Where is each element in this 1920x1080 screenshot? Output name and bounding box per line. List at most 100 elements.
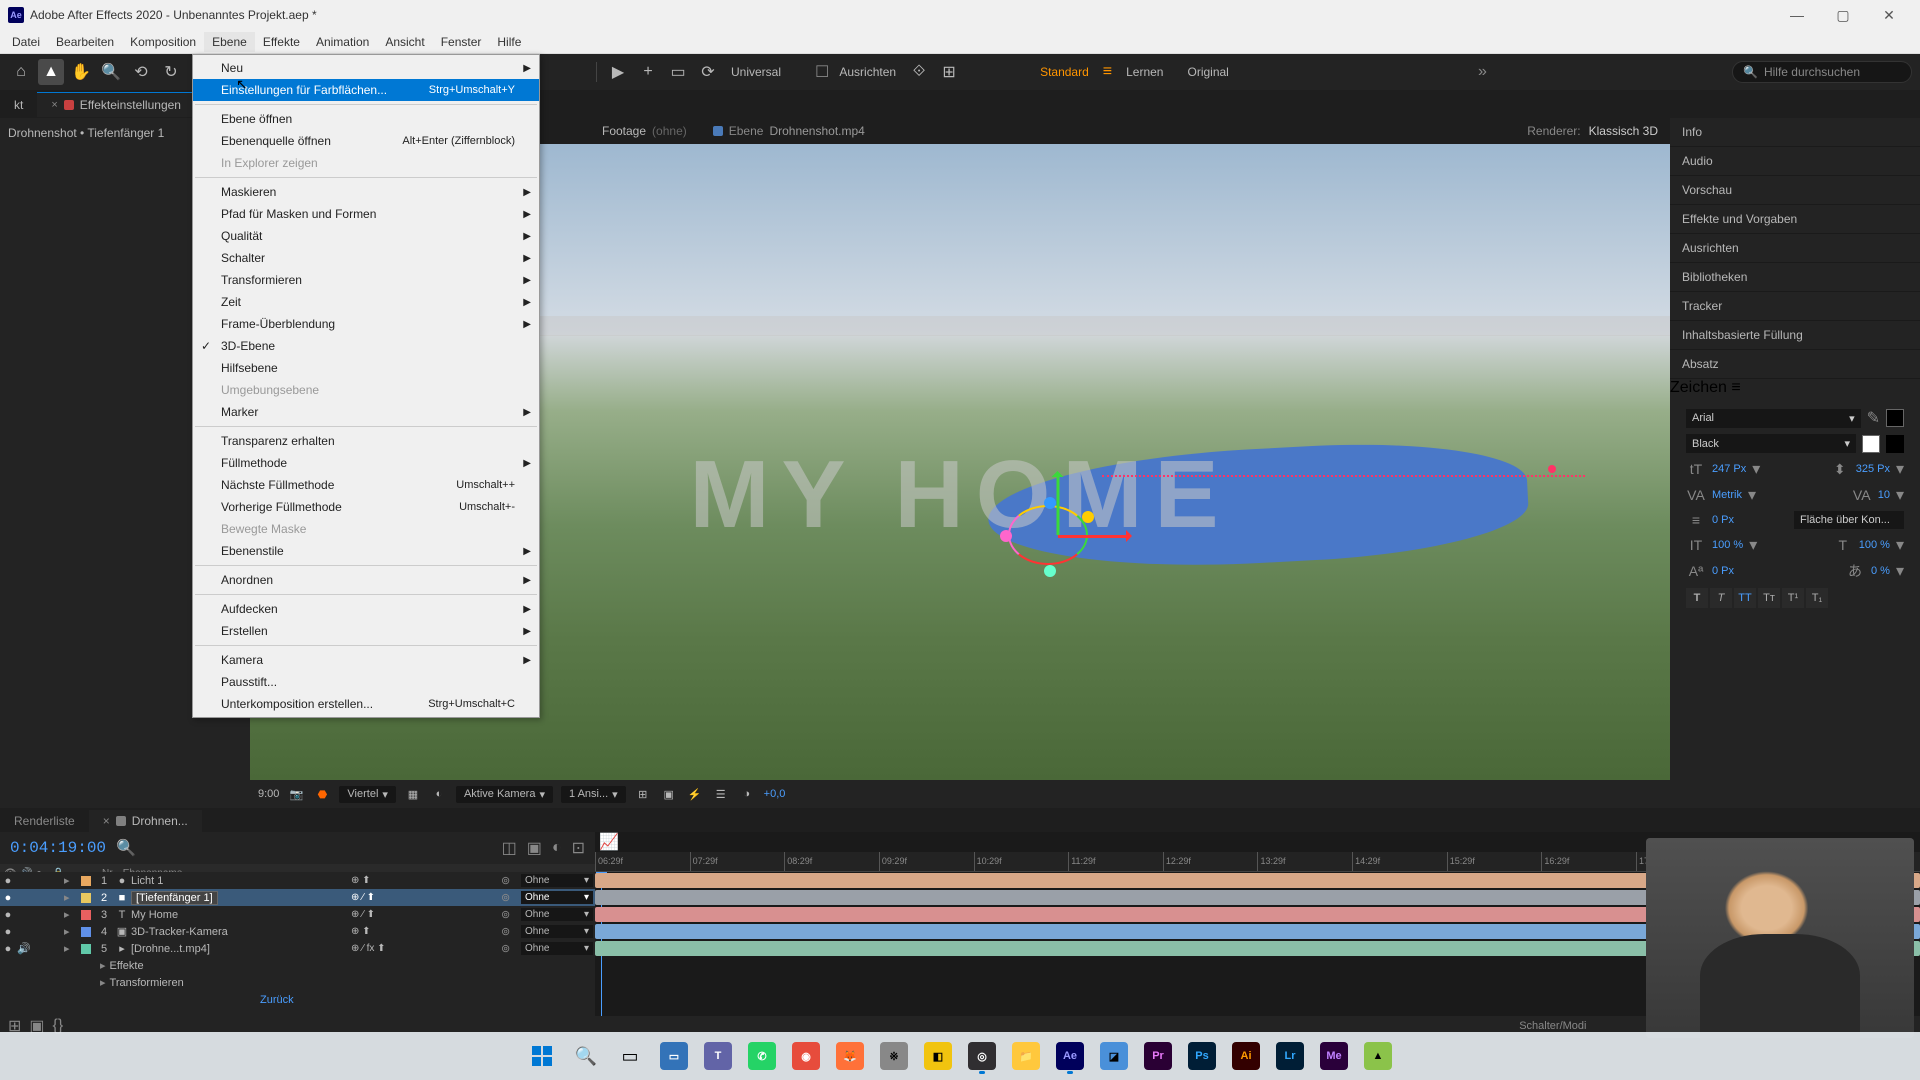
app-gray-icon[interactable]: ※ — [874, 1036, 914, 1076]
menu-item[interactable]: Marker▶ — [193, 401, 539, 423]
menu-item[interactable]: Ebenenquelle öffnenAlt+Enter (Ziffernblo… — [193, 130, 539, 152]
menu-item[interactable]: Füllmethode▶ — [193, 452, 539, 474]
layer-property-group[interactable]: ▸Transformieren — [0, 974, 595, 991]
expand-arrows-icon[interactable]: » — [1478, 63, 1487, 81]
font-size-value[interactable]: 247 Px — [1712, 463, 1746, 475]
layer-color-label[interactable] — [81, 910, 91, 920]
explorer-icon[interactable]: ▭ — [654, 1036, 694, 1076]
menu-item[interactable]: Maskieren▶ — [193, 181, 539, 203]
time-tick[interactable]: 11:29f — [1068, 852, 1163, 871]
snap-tool-icon[interactable]: ⟐ — [906, 59, 932, 85]
timeline-opt2-icon[interactable]: ▣ — [527, 838, 542, 858]
font-style-dropdown[interactable]: Black▾ — [1686, 434, 1856, 453]
allcaps-button[interactable]: TT — [1734, 588, 1756, 608]
stroke-option-dropdown[interactable]: Fläche über Kon... — [1794, 511, 1904, 529]
menu-hilfe[interactable]: Hilfe — [489, 32, 529, 52]
workspace-lernen[interactable]: Lernen — [1116, 61, 1173, 83]
panel-tracker[interactable]: Tracker — [1670, 292, 1920, 321]
menu-fenster[interactable]: Fenster — [433, 32, 490, 52]
parent-pickwhip-icon[interactable]: ⊚ — [501, 908, 519, 921]
visibility-toggle[interactable]: ● — [0, 875, 16, 887]
premiere-icon[interactable]: Pr — [1138, 1036, 1178, 1076]
time-tick[interactable]: 14:29f — [1352, 852, 1447, 871]
fast-preview-icon[interactable]: ⚡ — [686, 785, 704, 803]
menu-item[interactable]: Erstellen▶ — [193, 620, 539, 642]
layer-color-label[interactable] — [81, 927, 91, 937]
swap-colors-icon[interactable] — [1886, 435, 1904, 453]
menu-item[interactable]: Vorherige FüllmethodeUmschalt+- — [193, 496, 539, 518]
search-layers-icon[interactable]: 🔍 — [116, 838, 136, 858]
visibility-toggle[interactable]: ● — [0, 892, 16, 904]
whatsapp-icon[interactable]: ✆ — [742, 1036, 782, 1076]
zoom-value[interactable]: 9:00 — [258, 788, 279, 800]
menu-effekte[interactable]: Effekte — [255, 32, 308, 52]
app-red-icon[interactable]: ◉ — [786, 1036, 826, 1076]
tab-render-queue[interactable]: Renderliste — [0, 810, 89, 832]
3d-gizmo[interactable] — [988, 475, 1128, 615]
photoshop-icon[interactable]: Ps — [1182, 1036, 1222, 1076]
timeline-opt1-icon[interactable]: ◫ — [502, 838, 517, 858]
menu-item[interactable]: ✓3D-Ebene — [193, 335, 539, 357]
home-tool-icon[interactable]: ⌂ — [8, 59, 34, 85]
lightroom-icon[interactable]: Lr — [1270, 1036, 1310, 1076]
illustrator-icon[interactable]: Ai — [1226, 1036, 1266, 1076]
superscript-button[interactable]: T¹ — [1782, 588, 1804, 608]
time-tick[interactable]: 10:29f — [974, 852, 1069, 871]
panel-character-header[interactable]: Zeichen ≡ — [1670, 379, 1920, 397]
parent-pickwhip-icon[interactable]: ⊚ — [501, 925, 519, 938]
italic-button[interactable]: T — [1710, 588, 1732, 608]
menu-item[interactable]: Zeit▶ — [193, 291, 539, 313]
hscale-value[interactable]: 100 % — [1859, 539, 1890, 551]
time-tick[interactable]: 07:29f — [690, 852, 785, 871]
tsume-value[interactable]: 0 % — [1871, 565, 1890, 577]
exposure-value[interactable]: +0,0 — [764, 788, 786, 800]
expand-arrow-icon[interactable]: ▸ — [64, 908, 78, 921]
expand-arrow-icon[interactable]: ▸ — [64, 891, 78, 904]
rotate-tool-icon[interactable]: ↻ — [158, 59, 184, 85]
layer-switches[interactable]: ⊕ ⬆ — [351, 875, 471, 886]
stroke-swatch[interactable] — [1862, 435, 1880, 453]
menu-animation[interactable]: Animation — [308, 32, 377, 52]
add-tool-icon[interactable]: + — [635, 59, 661, 85]
time-tick[interactable]: 12:29f — [1163, 852, 1258, 871]
parent-dropdown[interactable]: Ohne▾ — [521, 942, 593, 955]
timeline-opt3-icon[interactable]: ◐ — [552, 839, 562, 857]
menu-item[interactable]: Ebene öffnen — [193, 108, 539, 130]
channel-icon[interactable]: ⬣ — [313, 785, 331, 803]
maximize-button[interactable]: ▢ — [1820, 0, 1866, 30]
time-tick[interactable]: 13:29f — [1257, 852, 1352, 871]
menu-item[interactable]: Qualität▶ — [193, 225, 539, 247]
parent-dropdown[interactable]: Ohne▾ — [521, 891, 593, 904]
switches-modes-label[interactable]: Schalter/Modi — [1519, 1020, 1586, 1032]
graph-editor-icon[interactable]: 📈 — [599, 832, 619, 852]
view-layout-dropdown[interactable]: 1 Ansi...▾ — [561, 786, 626, 803]
eyedropper-icon[interactable]: ✎ — [1867, 408, 1880, 428]
menu-item[interactable]: Anordnen▶ — [193, 569, 539, 591]
time-tick[interactable]: 15:29f — [1447, 852, 1542, 871]
layer-row[interactable]: ● ▸ 4 ▣ 3D-Tracker-Kamera ⊕ ⬆ ⊚ Ohne▾ — [0, 923, 595, 940]
parent-dropdown[interactable]: Ohne▾ — [521, 908, 593, 921]
menu-item[interactable]: Aufdecken▶ — [193, 598, 539, 620]
firefox-icon[interactable]: 🦊 — [830, 1036, 870, 1076]
font-family-dropdown[interactable]: Arial▾ — [1686, 409, 1861, 428]
panel-align[interactable]: Ausrichten — [1670, 234, 1920, 263]
workspace-standard[interactable]: Standard — [1030, 61, 1099, 83]
close-icon[interactable]: × — [103, 814, 110, 828]
menu-item[interactable]: Frame-Überblendung▶ — [193, 313, 539, 335]
tab-project[interactable]: kt — [0, 92, 37, 117]
layer-property-group[interactable]: ▸Effekte — [0, 957, 595, 974]
tab-comp-timeline[interactable]: × Drohnen... — [89, 810, 202, 832]
snap2-tool-icon[interactable]: ⊞ — [936, 59, 962, 85]
refresh-tool-icon[interactable]: ⟳ — [695, 59, 721, 85]
layer-color-label[interactable] — [81, 944, 91, 954]
menu-ansicht[interactable]: Ansicht — [377, 32, 432, 52]
app-green2-icon[interactable]: ▲ — [1358, 1036, 1398, 1076]
timeline-icon[interactable]: ☰ — [712, 785, 730, 803]
search-taskbar-icon[interactable]: 🔍 — [566, 1036, 606, 1076]
footage-tab[interactable]: Footage (ohne) — [590, 120, 699, 142]
parent-pickwhip-icon[interactable]: ⊚ — [501, 874, 519, 887]
obs-icon[interactable]: ◎ — [962, 1036, 1002, 1076]
mediaencoder-icon[interactable]: Me — [1314, 1036, 1354, 1076]
smallcaps-button[interactable]: Tᴛ — [1758, 588, 1780, 608]
menu-item[interactable]: Neu▶ — [193, 57, 539, 79]
